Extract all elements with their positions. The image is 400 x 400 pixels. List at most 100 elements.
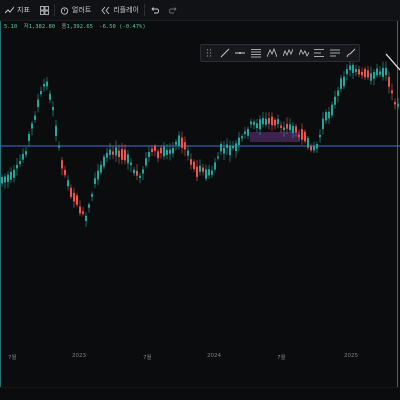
candle <box>394 101 396 105</box>
candle <box>268 118 270 124</box>
candle <box>244 131 246 134</box>
candle <box>112 151 114 155</box>
candle <box>211 170 213 175</box>
time-axis-tick: 2024 <box>207 353 221 359</box>
candle <box>94 178 96 184</box>
candle <box>379 71 381 75</box>
candle <box>160 147 162 154</box>
pitchfork-icon[interactable] <box>267 48 278 59</box>
candle <box>364 68 366 78</box>
alerts-button[interactable]: 얼러트 <box>55 0 96 20</box>
candle <box>328 111 330 119</box>
candle <box>196 166 198 178</box>
candle <box>166 149 168 155</box>
candle <box>190 159 192 165</box>
candle <box>28 133 30 141</box>
drag-handle-icon[interactable] <box>203 48 214 59</box>
candle <box>247 128 249 136</box>
candle <box>34 115 36 120</box>
alerts-label: 얼러트 <box>71 6 92 14</box>
price-chart[interactable] <box>0 30 400 360</box>
ohlc-legend: 5.10 저1,382.80 종1,392.65 -6.50 (-0.47%) <box>4 22 149 30</box>
replay-button[interactable]: 리플레이 <box>96 0 144 20</box>
candle <box>163 146 165 157</box>
layout-button[interactable] <box>35 0 54 20</box>
highlight-box[interactable] <box>250 132 300 142</box>
candle <box>301 129 303 140</box>
candle <box>304 131 306 142</box>
candle <box>253 121 255 125</box>
candle <box>142 169 144 174</box>
time-axis: 7월 2023 7월 2024 7월 2025 <box>0 350 400 364</box>
candle <box>139 175 141 178</box>
candle <box>229 145 231 156</box>
fibonacci-icon[interactable] <box>314 48 325 59</box>
text-lines-icon[interactable] <box>330 48 341 59</box>
elliott-wave-icon[interactable] <box>298 48 309 59</box>
brush-icon[interactable] <box>346 48 357 59</box>
candle <box>85 215 87 221</box>
candle <box>46 81 48 87</box>
candle <box>55 125 57 137</box>
candle <box>352 64 354 73</box>
candle <box>184 142 186 150</box>
indicators-button[interactable]: 지표 <box>0 0 35 20</box>
candle <box>241 136 243 139</box>
trend-line-icon[interactable] <box>219 48 230 59</box>
candle <box>280 125 282 128</box>
candle <box>346 69 348 75</box>
candle <box>256 123 258 129</box>
alarm-clock-icon <box>60 6 69 15</box>
redo-button[interactable] <box>164 0 183 20</box>
time-axis-tick: 2025 <box>344 353 358 359</box>
candle <box>100 164 102 173</box>
candle <box>355 69 357 73</box>
candle <box>133 169 135 174</box>
candle <box>313 146 315 151</box>
candle <box>187 150 189 156</box>
candle <box>52 107 54 111</box>
candle <box>148 151 150 158</box>
candle <box>109 149 111 155</box>
candle <box>118 150 120 158</box>
candle <box>130 162 132 166</box>
candle <box>316 144 318 149</box>
candle <box>385 67 387 76</box>
candle <box>388 76 390 87</box>
drawing-toolbar <box>200 44 360 62</box>
undo-button[interactable] <box>145 0 164 20</box>
candle <box>235 143 237 152</box>
candle <box>250 121 252 125</box>
candle <box>373 72 375 79</box>
candle <box>40 91 42 95</box>
candle <box>361 71 363 76</box>
undo-icon <box>151 6 159 13</box>
candle <box>154 146 156 151</box>
candle <box>22 153 24 160</box>
candle <box>175 141 177 145</box>
candle <box>265 118 267 125</box>
time-axis-tick: 7월 <box>277 355 286 361</box>
parallel-channel-icon[interactable] <box>251 48 262 59</box>
candle <box>295 126 297 133</box>
candle <box>115 147 117 156</box>
candle <box>169 149 171 154</box>
candle <box>88 204 90 208</box>
candle <box>202 167 204 172</box>
horizontal-line-icon[interactable] <box>235 48 246 59</box>
candle <box>289 124 291 131</box>
trend-line-drawing[interactable] <box>385 53 400 71</box>
candle <box>391 90 393 94</box>
candle <box>277 119 279 125</box>
candle <box>124 149 126 161</box>
candle <box>262 118 264 125</box>
candle <box>13 169 15 178</box>
candle <box>70 187 72 197</box>
candle <box>217 156 219 159</box>
candle <box>76 195 78 205</box>
candle <box>4 176 6 183</box>
pattern-icon[interactable] <box>282 48 293 59</box>
candle <box>178 135 180 146</box>
candle <box>397 103 399 107</box>
candle <box>274 119 276 126</box>
